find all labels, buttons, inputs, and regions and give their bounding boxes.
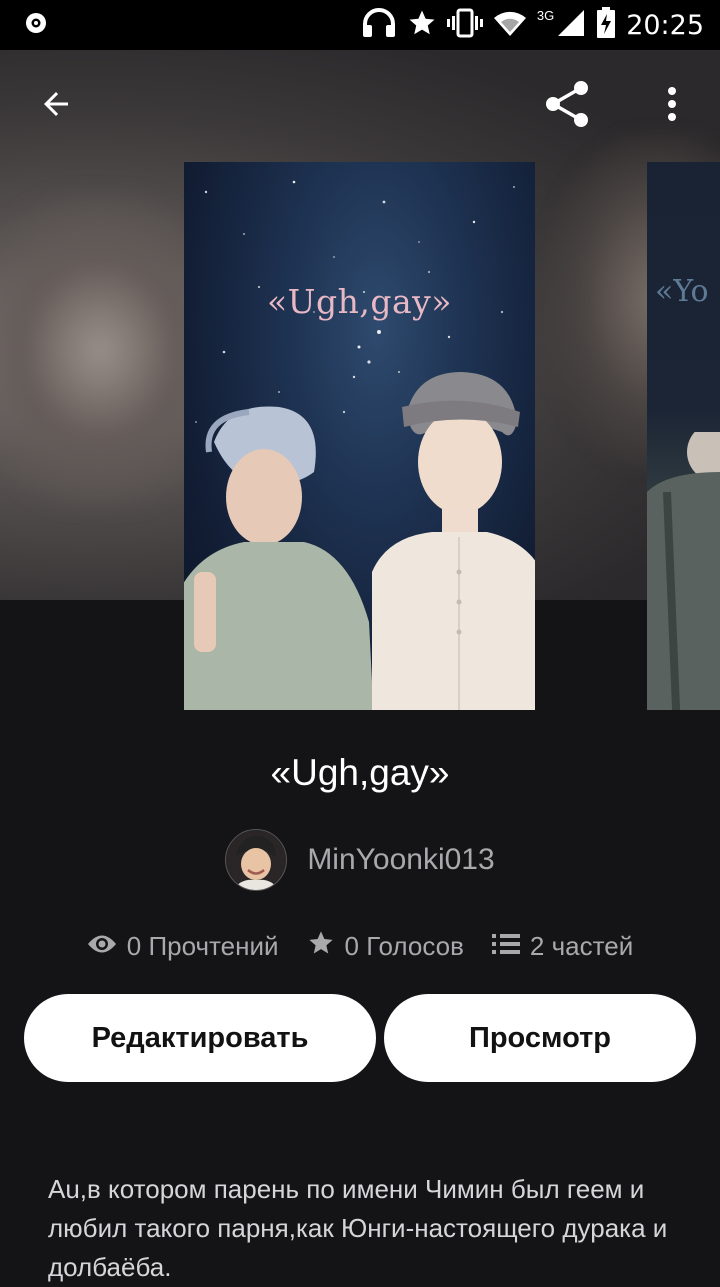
author-name[interactable]: MinYoonki013 xyxy=(307,843,494,877)
battery-charging-icon xyxy=(596,6,616,44)
clock: 20:25 xyxy=(626,9,704,41)
share-button[interactable] xyxy=(536,74,600,138)
back-button[interactable] xyxy=(24,78,88,134)
story-title: «Ugh,gay» xyxy=(270,752,450,793)
avatar[interactable] xyxy=(225,829,288,891)
avatar-image xyxy=(226,830,287,890)
vibrate-icon xyxy=(446,8,483,43)
reads-stat: 0 Прочтений xyxy=(87,931,279,962)
signal-icon xyxy=(556,8,586,43)
network-type: 3G xyxy=(536,7,555,23)
wifi-icon xyxy=(493,8,527,43)
parts-stat: 2 частей xyxy=(491,930,634,962)
cover-figure-right xyxy=(372,372,535,710)
next-cover-figure xyxy=(647,432,720,710)
headphones-icon xyxy=(361,7,397,43)
star-icon xyxy=(407,8,437,43)
cover-figure-left xyxy=(184,406,374,710)
cover-title: «Ugh,gay» xyxy=(266,282,452,321)
edit-button[interactable]: Редактировать xyxy=(24,994,376,1082)
view-button[interactable]: Просмотр xyxy=(384,994,696,1082)
story-cover[interactable]: «Ugh,gay» xyxy=(184,162,535,710)
eye-icon xyxy=(87,931,117,962)
parts-count: 2 частей xyxy=(529,930,634,961)
status-bar: 3G 20:25 xyxy=(0,0,720,50)
reads-count: 0 Прочтений xyxy=(126,930,279,961)
author-row[interactable]: MinYoonki013 xyxy=(0,829,720,891)
record-icon xyxy=(24,11,48,40)
next-story-cover[interactable]: «Yo xyxy=(647,162,720,710)
star-icon xyxy=(307,929,335,964)
share-icon xyxy=(543,79,593,134)
more-vert-icon xyxy=(666,86,678,127)
more-options-button[interactable] xyxy=(648,74,696,138)
list-icon xyxy=(491,931,520,962)
next-cover-title: «Yo xyxy=(655,274,709,309)
story-stats: 0 Прочтений 0 Голосов 2 частей xyxy=(0,925,720,967)
votes-stat: 0 Голосов xyxy=(307,929,464,964)
votes-count: 0 Голосов xyxy=(344,930,464,961)
top-app-bar xyxy=(0,50,720,162)
story-description: Au,в котором парень по имени Чимин был г… xyxy=(48,1174,668,1282)
back-arrow-icon xyxy=(38,86,74,127)
